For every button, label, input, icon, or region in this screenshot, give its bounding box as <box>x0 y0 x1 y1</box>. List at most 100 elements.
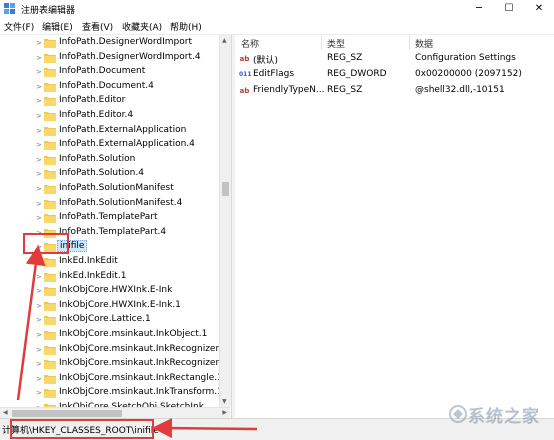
tree-item-label: InkEd.InkEdit <box>59 256 118 266</box>
expand-chevron-icon[interactable]: > <box>36 68 42 76</box>
tree-item[interactable]: > InkObjCore.HWXInk.E-Ink.1 <box>0 299 219 314</box>
menu-help[interactable]: 帮助(H) <box>170 20 202 33</box>
tree-item[interactable]: > InfoPath.SolutionManifest.4 <box>0 197 219 212</box>
tree-item[interactable]: > InkObjCore.msinkaut.InkTransform.1 <box>0 386 219 401</box>
value-row[interactable]: ab (默认) REG_SZ Configuration Settings <box>235 52 554 67</box>
folder-icon <box>44 374 56 384</box>
tree-item[interactable]: > InfoPath.Solution.4 <box>0 167 219 182</box>
scroll-thumb[interactable] <box>222 182 229 196</box>
scroll-thumb[interactable] <box>12 410 122 417</box>
expand-chevron-icon[interactable]: > <box>36 127 42 135</box>
tree-item[interactable]: > InfoPath.Editor <box>0 94 219 109</box>
folder-icon <box>44 258 56 267</box>
scroll-left-arrow-icon[interactable]: ◀ <box>3 409 8 416</box>
tree-item[interactable]: > InkObjCore.msinkaut.InkRectangle.1 <box>0 372 219 387</box>
expand-chevron-icon[interactable]: > <box>36 273 42 281</box>
value-data: 0x00200000 (2097152) <box>415 69 522 79</box>
tree-item-label: InkObjCore.HWXInk.E-Ink.1 <box>59 299 181 310</box>
tree-item[interactable]: > InfoPath.ExternalApplication.4 <box>0 138 219 153</box>
expand-chevron-icon[interactable]: > <box>36 389 42 397</box>
tree-item-label: InkObjCore.msinkaut.InkRecognizers. <box>59 358 219 369</box>
tree-item[interactable]: > InkEd.InkEdit.1 <box>0 270 219 285</box>
value-name: FriendlyTypeN... <box>253 85 325 95</box>
expand-chevron-icon[interactable]: > <box>36 170 42 178</box>
expand-chevron-icon[interactable]: > <box>36 214 42 222</box>
maximize-button[interactable]: ☐ <box>494 0 524 18</box>
tree-item-label: InfoPath.Document <box>59 66 146 77</box>
expand-chevron-icon[interactable]: > <box>36 346 42 354</box>
expand-chevron-icon[interactable]: > <box>36 360 42 368</box>
menu-view[interactable]: 查看(V) <box>82 20 113 33</box>
expand-chevron-icon[interactable]: > <box>36 141 42 149</box>
expand-chevron-icon[interactable]: > <box>36 375 42 383</box>
expand-chevron-icon[interactable]: > <box>36 258 42 266</box>
values-list[interactable]: 名称 类型 数据 ab (默认) REG_SZ Configuration Setti… <box>235 35 554 418</box>
folder-icon <box>44 389 56 399</box>
tree-item[interactable]: > InfoPath.SolutionManifest <box>0 182 219 197</box>
expand-chevron-icon[interactable]: > <box>36 185 42 193</box>
highlight-box-status-path <box>10 419 154 439</box>
tree-item[interactable]: > InkObjCore.msinkaut.InkObject.1 <box>0 328 219 343</box>
tree-item[interactable]: > InkObjCore.msinkaut.InkRecognizers. <box>0 357 219 372</box>
expand-chevron-icon[interactable]: > <box>36 54 42 62</box>
tree-item-label: InfoPath.Document.4 <box>59 80 154 91</box>
expand-chevron-icon[interactable]: > <box>36 112 42 120</box>
folder-icon <box>44 39 56 48</box>
scroll-down-arrow-icon[interactable]: ▼ <box>222 398 227 405</box>
folder-icon <box>44 53 56 63</box>
tree-item-label: InkObjCore.msinkaut.InkObject.1 <box>59 329 208 339</box>
tree-vertical-scrollbar[interactable]: ▲ ▼ <box>219 35 231 407</box>
tree-item-label: InkObjCore.HWXInk.E-Ink <box>59 285 173 296</box>
tree-item[interactable]: > InkEd.InkEdit <box>0 255 219 270</box>
expand-chevron-icon[interactable]: > <box>36 83 42 91</box>
expand-chevron-icon[interactable]: > <box>36 39 42 47</box>
tree-item[interactable]: > InfoPath.Editor.4 <box>0 109 219 124</box>
value-row[interactable]: ab FriendlyTypeN... REG_SZ @shell32.dll,-10… <box>235 84 554 99</box>
expand-chevron-icon[interactable]: > <box>36 97 42 105</box>
tree-item[interactable]: > InkObjCore.msinkaut.InkRecognizerG <box>0 343 219 358</box>
tree-item[interactable]: > InfoPath.DesignerWordImport.4 <box>0 51 219 66</box>
tree-item-label: InkEd.InkEdit.1 <box>59 270 127 281</box>
tree-item[interactable]: > InfoPath.Document <box>0 65 219 80</box>
tree-item[interactable]: > InkObjCore.HWXInk.E-Ink <box>0 284 219 299</box>
tree-item[interactable]: > InkObjCore.Lattice.1 <box>0 313 219 328</box>
menu-edit[interactable]: 编辑(E) <box>42 20 73 33</box>
tree-item[interactable]: > InfoPath.Document.4 <box>0 80 219 95</box>
value-row[interactable]: 011 EditFlags REG_DWORD 0x00200000 (2097152… <box>235 68 554 83</box>
registry-tree[interactable]: > InfoPath.DesignerWordImport > InfoPath.De… <box>0 35 219 407</box>
folder-icon <box>44 68 56 78</box>
scroll-right-arrow-icon[interactable]: ▶ <box>222 409 227 416</box>
tree-item-label: InfoPath.Editor <box>59 95 126 106</box>
minimize-button[interactable]: ─ <box>464 0 494 18</box>
folder-icon <box>44 360 56 370</box>
scroll-up-arrow-icon[interactable]: ▲ <box>222 37 227 44</box>
tree-item[interactable]: > InfoPath.ExternalApplication <box>0 124 219 139</box>
column-separator[interactable] <box>321 35 322 50</box>
expand-chevron-icon[interactable]: > <box>36 156 42 164</box>
expand-chevron-icon[interactable]: > <box>36 331 42 339</box>
tree-item-label: InfoPath.ExternalApplication <box>59 124 187 135</box>
column-header-data[interactable]: 数据 <box>415 37 433 50</box>
close-button[interactable]: ✕ <box>524 0 554 18</box>
column-header-type[interactable]: 类型 <box>327 37 345 50</box>
tree-item-label: InkObjCore.msinkaut.InkRectangle.1 <box>59 372 219 383</box>
tree-item[interactable]: > InfoPath.TemplatePart <box>0 211 219 226</box>
menu-file[interactable]: 文件(F) <box>4 20 34 33</box>
watermark-icon <box>449 405 467 423</box>
folder-icon <box>44 345 56 355</box>
expand-chevron-icon[interactable]: > <box>36 302 42 310</box>
tree-item[interactable]: > InfoPath.Solution <box>0 153 219 168</box>
regedit-app-icon <box>4 3 15 14</box>
tree-item-label: InkObjCore.msinkaut.InkRecognizerG <box>59 343 219 354</box>
expand-chevron-icon[interactable]: > <box>36 200 42 208</box>
folder-icon <box>44 97 56 107</box>
folder-icon <box>44 82 56 92</box>
menu-favorites[interactable]: 收藏夹(A) <box>122 20 162 33</box>
expand-chevron-icon[interactable]: > <box>36 287 42 295</box>
tree-item[interactable]: > InfoPath.DesignerWordImport <box>0 36 219 51</box>
column-header-name[interactable]: 名称 <box>241 37 259 50</box>
value-type: REG_DWORD <box>327 69 387 79</box>
column-separator[interactable] <box>409 35 410 50</box>
folder-icon <box>44 301 56 311</box>
expand-chevron-icon[interactable]: > <box>36 316 42 324</box>
